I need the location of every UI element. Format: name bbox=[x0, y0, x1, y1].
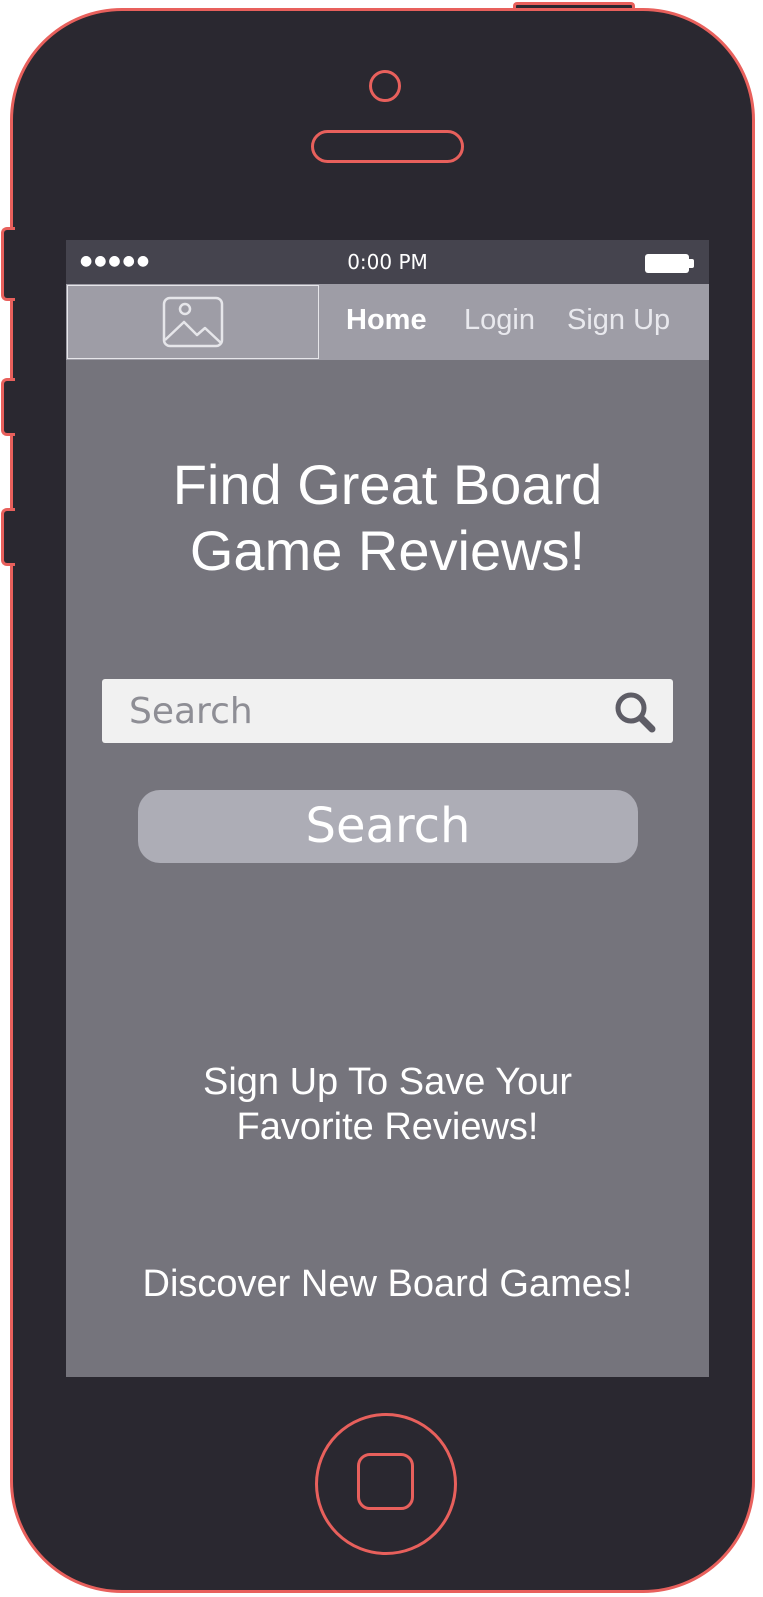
search-button[interactable]: Search bbox=[138, 790, 638, 863]
mute-switch bbox=[1, 227, 15, 301]
earpiece-speaker bbox=[311, 130, 464, 163]
search-icon[interactable] bbox=[614, 691, 658, 733]
headline-line-1: Find Great Board bbox=[172, 453, 603, 516]
search-field bbox=[102, 679, 673, 743]
nav-bar: Home Login Sign Up bbox=[66, 284, 709, 360]
signup-promo-line-1: Sign Up To Save Your bbox=[202, 1061, 572, 1103]
volume-down-button bbox=[1, 508, 15, 566]
image-placeholder-icon bbox=[162, 296, 224, 348]
headline-line-2: Game Reviews! bbox=[189, 519, 586, 582]
volume-up-button bbox=[1, 378, 15, 436]
page-headline: Find Great Board Game Reviews! bbox=[66, 452, 709, 584]
signup-promo[interactable]: Sign Up To Save Your Favorite Reviews! bbox=[66, 1060, 709, 1150]
nav-login-link[interactable]: Login bbox=[464, 304, 535, 337]
battery-icon bbox=[645, 254, 689, 273]
logo-placeholder[interactable] bbox=[67, 285, 319, 359]
signup-promo-line-2: Favorite Reviews! bbox=[236, 1106, 539, 1148]
status-bar: ●●●●● 0:00 PM bbox=[66, 240, 709, 284]
discover-promo[interactable]: Discover New Board Games! bbox=[66, 1262, 709, 1307]
status-time: 0:00 PM bbox=[347, 250, 428, 274]
home-button-icon bbox=[357, 1453, 414, 1510]
nav-signup-link[interactable]: Sign Up bbox=[567, 304, 670, 337]
front-camera bbox=[369, 70, 401, 102]
search-input[interactable] bbox=[102, 679, 602, 743]
screen: ●●●●● 0:00 PM Home Login Sign Up Find Gr… bbox=[66, 240, 709, 1377]
battery-tip bbox=[689, 259, 694, 268]
nav-home-link[interactable]: Home bbox=[346, 304, 427, 337]
